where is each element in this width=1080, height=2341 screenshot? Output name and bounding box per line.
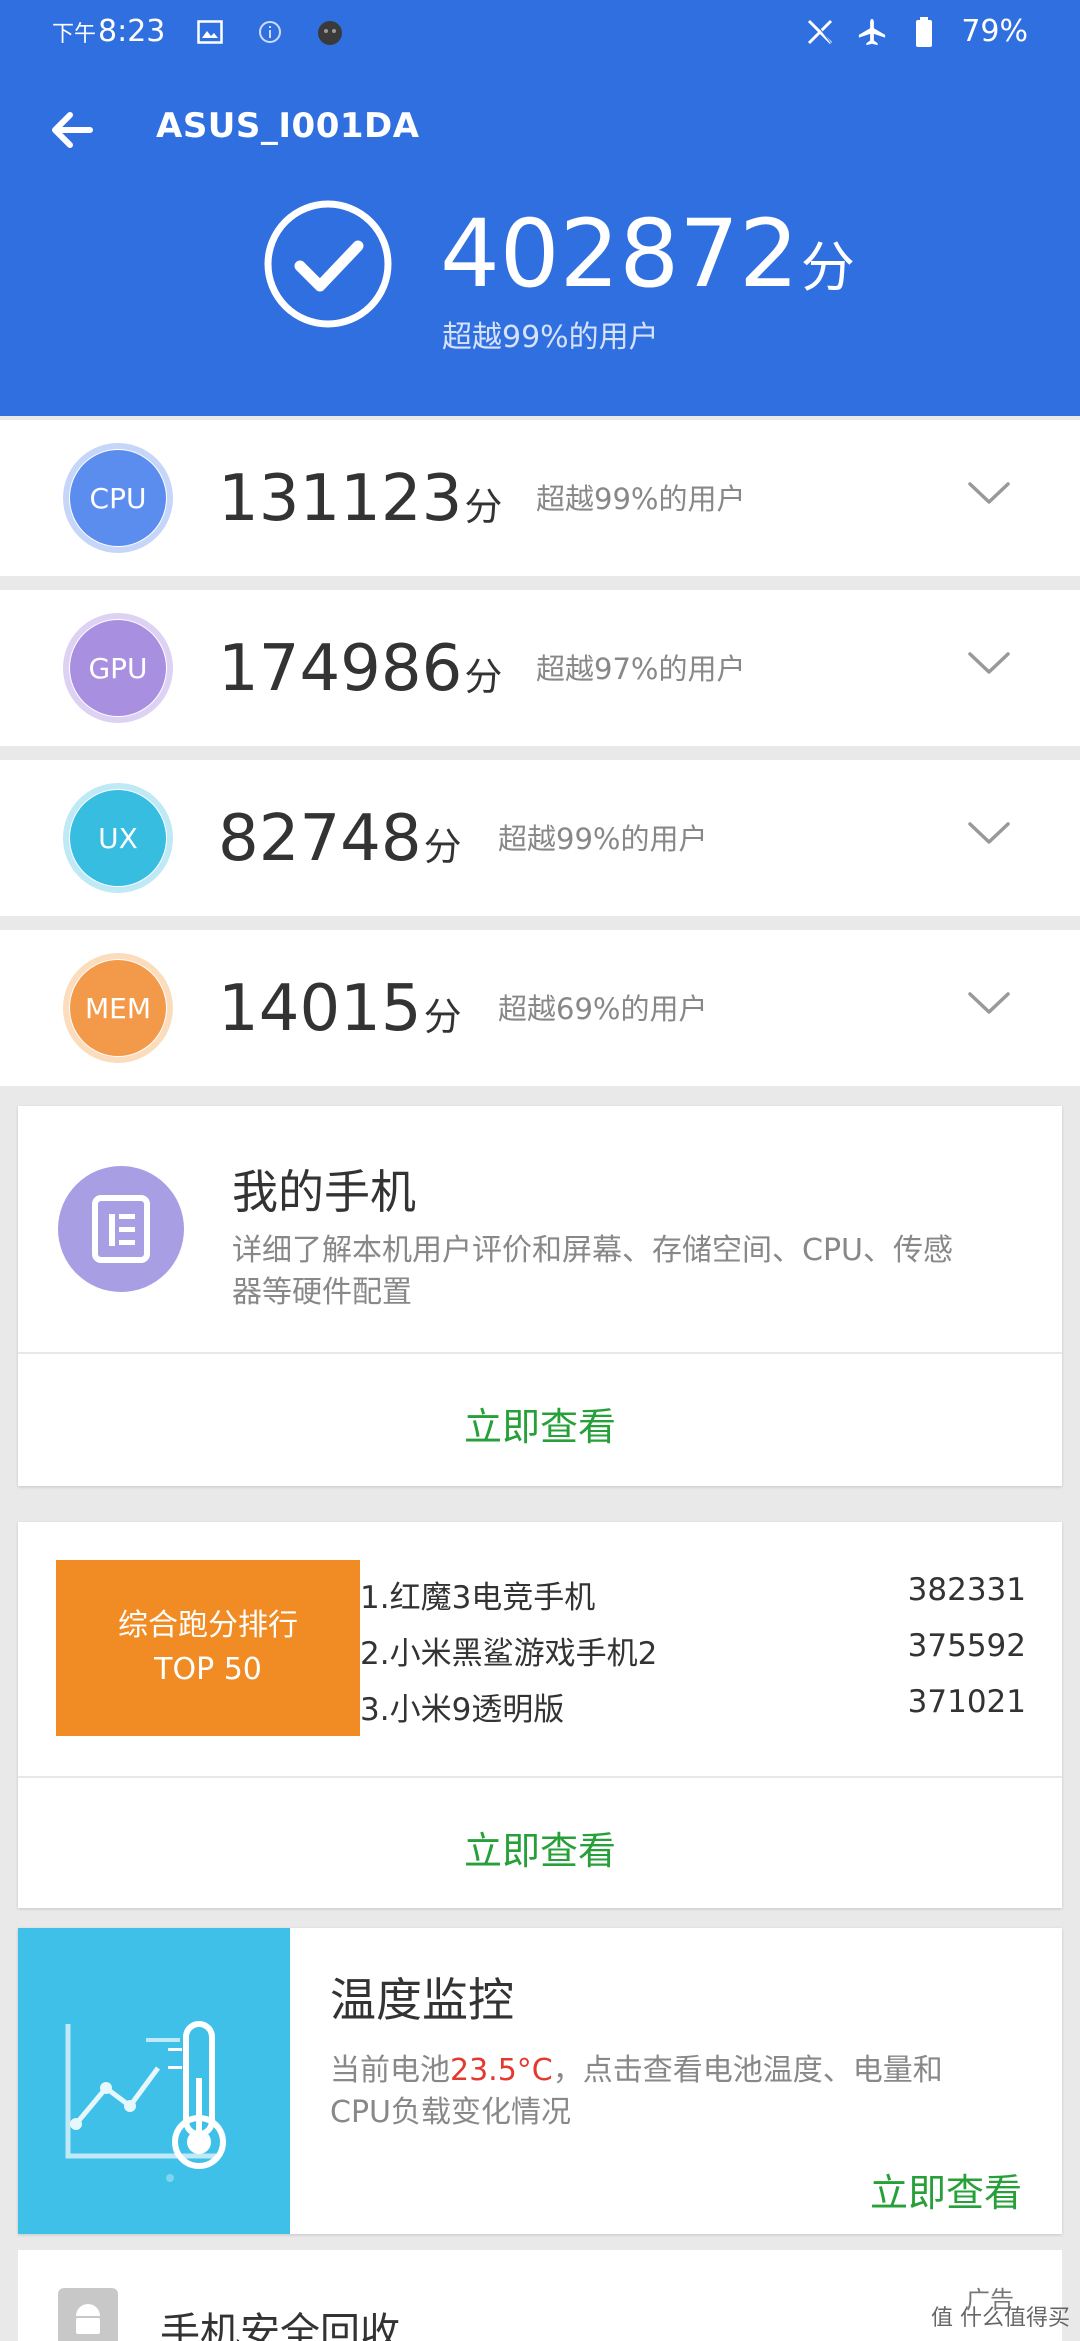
mem-score-unit: 分 (423, 995, 462, 1039)
gpu-score-unit: 分 (464, 655, 503, 699)
temperature-title: 温度监控 (330, 1973, 514, 2027)
ad-card[interactable]: 手机安全回收 广告 (18, 2250, 1062, 2341)
temperature-card[interactable]: 温度监控 当前电池23.5°C，点击查看电池温度、电量和 CPU负载变化情况 立… (18, 1928, 1062, 2234)
my-phone-desc: 详细了解本机用户评价和屏幕、存储空间、CPU、传感 器等硬件配置 (232, 1230, 1032, 1314)
thermometer-chart-icon (65, 2021, 226, 2182)
ranking-item[interactable]: 3.小米9透明版 371021 (360, 1684, 1026, 1740)
gpu-badge: GPU (63, 613, 173, 723)
gpu-score: 174986分 (218, 624, 502, 722)
cpu-percentile: 超越99%的用户 (536, 482, 746, 516)
ranking-item[interactable]: 1.红魔3电竞手机 382331 (360, 1572, 1026, 1628)
ranking-item-score: 382331 (907, 1572, 1026, 1608)
total-percentile: 超越99%的用户 (442, 320, 659, 355)
my-phone-view-button[interactable]: 立即查看 (18, 1396, 1062, 1451)
temperature-desc: 当前电池23.5°C，点击查看电池温度、电量和 CPU负载变化情况 (330, 2050, 1030, 2134)
document-icon (58, 1166, 184, 1292)
ux-score-unit: 分 (423, 825, 462, 869)
status-time: 下午8:23 (52, 14, 165, 49)
divider (18, 1352, 1062, 1354)
gpu-percentile: 超越97%的用户 (536, 652, 746, 686)
total-score-unit: 分 (800, 236, 855, 299)
watermark: 值 什么值得买 (931, 2306, 1070, 2331)
android-icon (58, 2288, 118, 2341)
ranking-banner-title: 综合跑分排行 (118, 1608, 298, 1643)
temperature-desc-line2: CPU负载变化情况 (330, 2095, 571, 2130)
result-header: 下午8:23 79% ASUS_I001DA 402872分 超越99%的用户 (0, 0, 1080, 416)
x-icon (805, 17, 835, 47)
arrow-left-icon (52, 112, 93, 148)
ranking-item[interactable]: 2.小米黑鲨游戏手机2 375592 (360, 1628, 1026, 1684)
cpu-score: 131123分 (218, 454, 502, 552)
cpu-badge: CPU (63, 443, 173, 553)
gallery-icon (195, 17, 225, 47)
temperature-desc-line1: 当前电池23.5°C，点击查看电池温度、电量和 (330, 2050, 1030, 2092)
ranking-item-name: 1.红魔3电竞手机 (360, 1580, 596, 1616)
temperature-desc-suffix: ，点击查看电池温度、电量和 (552, 2053, 943, 2088)
mem-badge: MEM (63, 953, 173, 1063)
battery-icon (909, 16, 939, 47)
ux-score: 82748分 (218, 794, 462, 892)
total-score-value: 402872 (440, 200, 799, 309)
score-row-cpu[interactable]: CPU 131123分 超越99%的用户 (0, 420, 1080, 576)
my-phone-desc-line1: 详细了解本机用户评价和屏幕、存储空间、CPU、传感 (232, 1233, 953, 1268)
back-button[interactable] (44, 102, 100, 158)
ranking-card[interactable]: 综合跑分排行 TOP 50 1.红魔3电竞手机 382331 2.小米黑鲨游戏手… (18, 1522, 1062, 1908)
ranking-view-button[interactable]: 立即查看 (18, 1820, 1062, 1875)
divider (18, 1776, 1062, 1778)
gpu-score-value: 174986 (218, 632, 463, 706)
gpu-badge-ring (63, 613, 173, 723)
status-ampm: 下午 (52, 22, 97, 47)
ux-score-value: 82748 (218, 802, 422, 876)
cpu-score-unit: 分 (464, 485, 503, 529)
status-bar: 下午8:23 79% (0, 0, 1080, 66)
temperature-desc-prefix: 当前电池 (330, 2053, 450, 2088)
score-row-ux[interactable]: UX 82748分 超越99%的用户 (0, 760, 1080, 916)
battery-percent: 79% (961, 14, 1028, 49)
status-left: 下午8:23 (52, 14, 345, 49)
chevron-down-icon[interactable] (964, 638, 1014, 688)
mem-score: 14015分 (218, 964, 462, 1062)
ranking-item-score: 375592 (907, 1628, 1026, 1664)
my-phone-title: 我的手机 (232, 1165, 416, 1219)
status-right: 79% (805, 14, 1028, 49)
app-icon (315, 17, 345, 47)
chevron-down-icon[interactable] (964, 978, 1014, 1028)
ux-percentile: 超越99%的用户 (498, 822, 708, 856)
airplane-icon (857, 17, 887, 47)
total-score: 402872分 (440, 200, 855, 323)
ranking-banner-sub: TOP 50 (154, 1652, 262, 1687)
info-icon (255, 17, 285, 47)
ranking-item-name: 3.小米9透明版 (360, 1692, 565, 1728)
mem-badge-ring (63, 953, 173, 1063)
status-clock: 8:23 (98, 14, 166, 49)
score-row-gpu[interactable]: GPU 174986分 超越97%的用户 (0, 590, 1080, 746)
check-circle-icon (262, 198, 394, 330)
cpu-badge-ring (63, 443, 173, 553)
ux-badge: UX (63, 783, 173, 893)
score-row-mem[interactable]: MEM 14015分 超越69%的用户 (0, 930, 1080, 1086)
cpu-score-value: 131123 (218, 462, 463, 536)
ranking-item-name: 2.小米黑鲨游戏手机2 (360, 1636, 658, 1672)
nav-row: ASUS_I001DA (0, 88, 1080, 168)
my-phone-desc-line2: 器等硬件配置 (232, 1275, 412, 1310)
battery-temperature: 23.5°C (450, 2053, 553, 2088)
mem-score-value: 14015 (218, 972, 422, 1046)
ranking-banner[interactable]: 综合跑分排行 TOP 50 (56, 1560, 360, 1736)
chevron-down-icon[interactable] (964, 808, 1014, 858)
mem-percentile: 超越69%的用户 (498, 992, 708, 1026)
ad-title: 手机安全回收 (160, 2310, 400, 2341)
my-phone-card[interactable]: 我的手机 详细了解本机用户评价和屏幕、存储空间、CPU、传感 器等硬件配置 立即… (18, 1106, 1062, 1486)
chevron-down-icon[interactable] (964, 468, 1014, 518)
ranking-list: 1.红魔3电竞手机 382331 2.小米黑鲨游戏手机2 375592 3.小米… (360, 1572, 1026, 1740)
device-name: ASUS_I001DA (156, 106, 420, 146)
temperature-view-button[interactable]: 立即查看 (870, 2162, 1022, 2217)
ux-badge-ring (63, 783, 173, 893)
ranking-item-score: 371021 (907, 1684, 1026, 1720)
temperature-panel (18, 1928, 290, 2234)
